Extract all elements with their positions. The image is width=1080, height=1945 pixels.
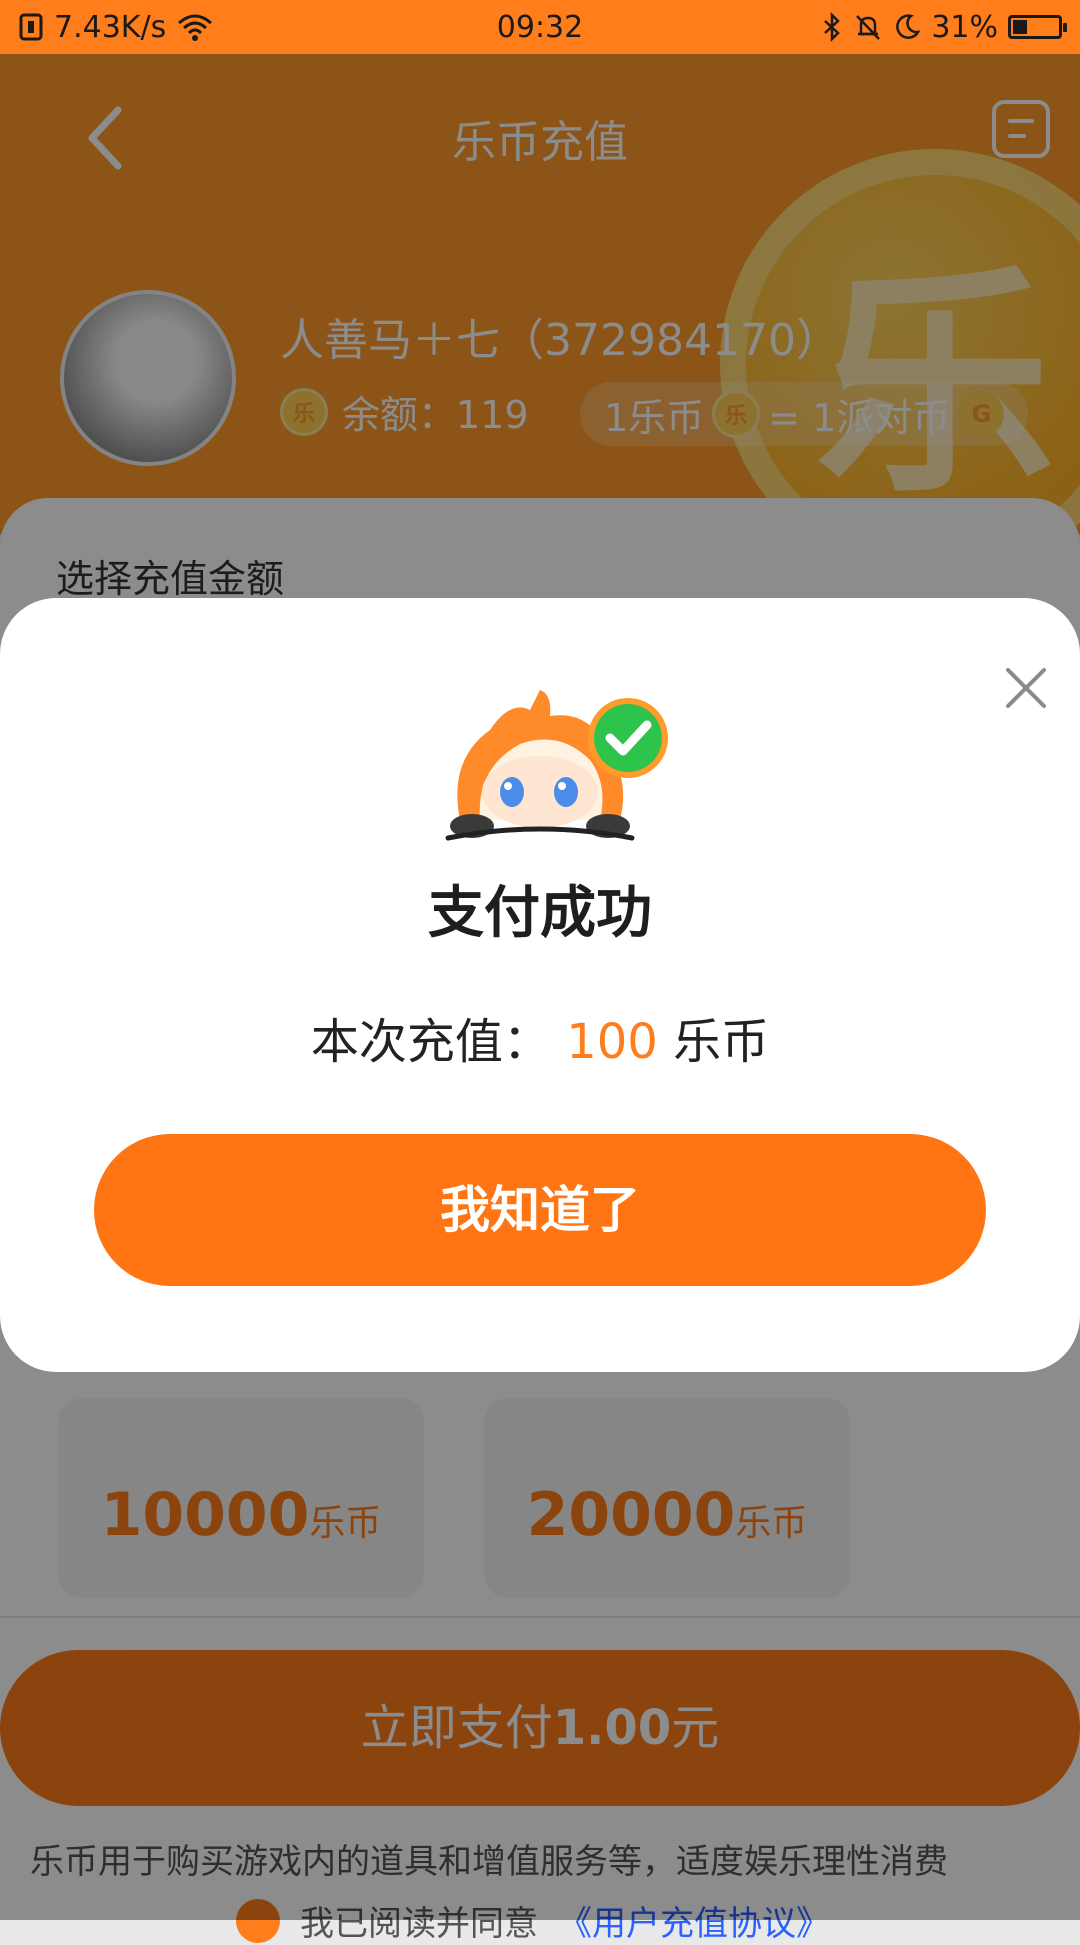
close-icon[interactable] [1002, 664, 1050, 712]
bluetooth-icon [824, 12, 841, 42]
sim-icon [19, 13, 43, 41]
battery-fill [1013, 20, 1027, 34]
status-right: 31% [821, 9, 1067, 45]
mute-bell-icon [856, 15, 881, 40]
battery-percent: 31% [931, 9, 998, 45]
recharge-label: 本次充值： [310, 1014, 551, 1070]
recharge-summary: 本次充值： 100 乐币 [0, 1002, 1080, 1072]
success-title: 支付成功 [428, 881, 652, 946]
mascot-success-icon [445, 690, 668, 841]
moon-icon [896, 14, 921, 39]
recharge-unit: 乐币 [673, 1014, 770, 1070]
acknowledge-button[interactable]: 我知道了 [94, 1134, 986, 1286]
status-left: 7.43K/s [18, 10, 214, 45]
wifi-icon [178, 14, 213, 41]
recharge-amount: 100 [566, 1014, 658, 1070]
network-speed: 7.43K/s [54, 9, 167, 45]
battery-icon [1008, 15, 1067, 39]
status-bar: 7.43K/s 09:32 31% [0, 0, 1080, 54]
payment-success-dialog: 支付成功 本次充值： 100 乐币 我知道了 [0, 598, 1080, 1372]
